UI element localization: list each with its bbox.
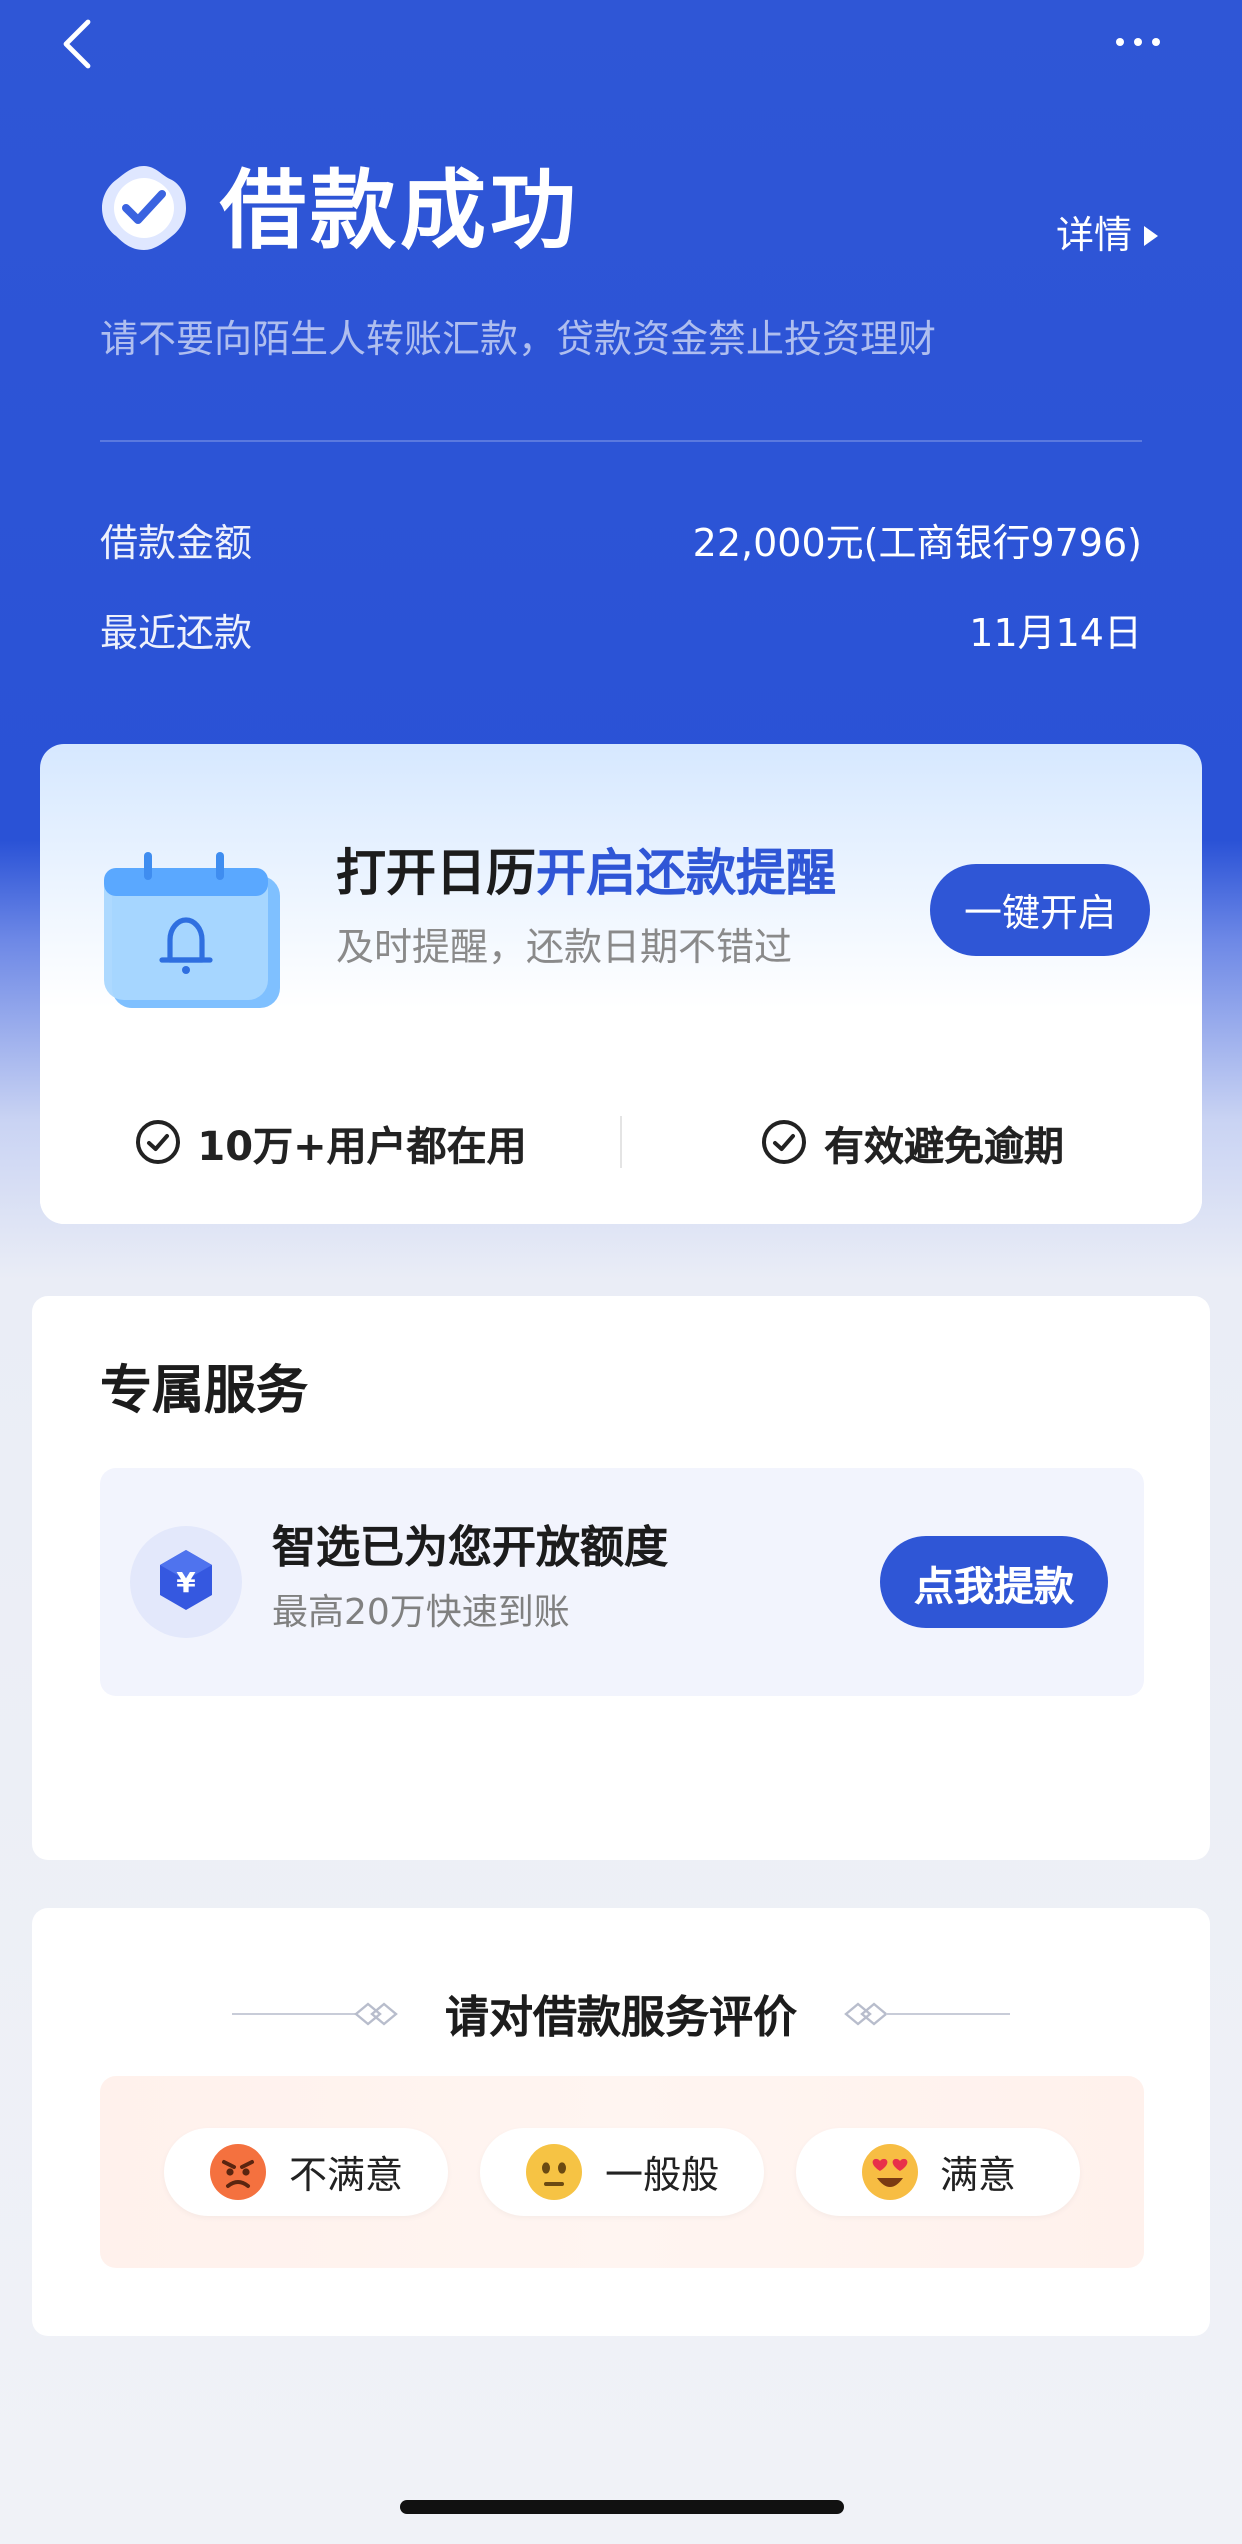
left-ornament-icon (232, 2002, 399, 2026)
withdraw-button[interactable]: 点我提款 (880, 1536, 1108, 1628)
divider (100, 440, 1142, 442)
credit-offer-panel[interactable]: ¥ 智选已为您开放额度 最高20万快速到账 点我提款 (100, 1468, 1144, 1696)
rating-option-unsatisfied[interactable]: 不满意 (164, 2128, 448, 2216)
feature-label: 10万+用户都在用 (197, 1121, 527, 1169)
detail-link[interactable]: 详情 (1056, 208, 1158, 264)
more-icon-dot (1116, 38, 1124, 46)
page-title: 借款成功 (220, 162, 580, 262)
repayment-label: 最近还款 (100, 611, 253, 655)
screen: 借款成功 详情 请不要向陌生人转账汇款，贷款资金禁止投资理财 借款金额 22,0… (0, 0, 1242, 2544)
rating-label: 满意 (939, 2153, 1016, 2197)
calendar-bell-icon (104, 852, 280, 1008)
more-icon-dot (1152, 38, 1160, 46)
calendar-card-title: 打开日历开启还款提醒 (336, 840, 836, 908)
rating-title: 请对借款服务评价 (444, 1994, 797, 2044)
right-ornament-icon (843, 2002, 1009, 2026)
detail-link-label: 详情 (1055, 214, 1132, 258)
back-button[interactable] (56, 16, 104, 72)
rating-label: 不满意 (288, 2153, 403, 2197)
home-indicator[interactable] (400, 2500, 844, 2514)
nav-bar (0, 0, 1242, 88)
heart-eyes-face-icon (861, 2144, 918, 2200)
rating-title-row: 请对借款服务评价 (32, 1980, 1210, 2048)
success-check-icon (102, 166, 186, 250)
calendar-feature-bar: 10万+用户都在用 有效避免逾期 (40, 1020, 1202, 1224)
calendar-title-prefix: 打开日历 (336, 844, 537, 902)
offer-subline: 最高20万快速到账 (272, 1592, 570, 1634)
warning-text: 请不要向陌生人转账汇款，贷款资金禁止投资理财 (100, 318, 937, 362)
check-circle-icon (762, 1120, 806, 1164)
yuan-shield-icon: ¥ (130, 1526, 242, 1638)
exclusive-service-card: 专属服务 ¥ 智选已为您开放额度 最高20万快速到账 点我提款 (32, 1296, 1210, 1860)
rating-options: 不满意 一般般 满意 (100, 2076, 1144, 2268)
offer-headline: 智选已为您开放额度 (272, 1524, 669, 1574)
section-title: 专属服务 (100, 1362, 309, 1422)
calendar-title-highlight: 开启还款提醒 (536, 844, 837, 902)
feature-item: 有效避免逾期 (622, 1113, 1202, 1171)
loan-amount-row: 借款金额 22,000元(工商银行9796) (100, 510, 1142, 570)
service-rating-card: 请对借款服务评价 不满意 一般般 满意 (32, 1908, 1210, 2336)
triangle-right-icon (1144, 226, 1158, 246)
chevron-left-icon (63, 19, 91, 69)
repayment-row: 最近还款 11月14日 (100, 600, 1142, 660)
more-options-button[interactable] (1110, 24, 1166, 60)
rating-option-satisfied[interactable]: 满意 (796, 2128, 1080, 2216)
loan-amount-value: 22,000元(工商银行9796) (692, 521, 1142, 565)
enable-reminder-button[interactable]: 一键开启 (930, 864, 1150, 956)
more-icon-dot (1134, 38, 1142, 46)
yuan-glyph: ¥ (176, 1566, 196, 1599)
calendar-reminder-card: 打开日历开启还款提醒 及时提醒，还款日期不错过 一键开启 10万+用户都在用 有… (40, 744, 1202, 1224)
repayment-date: 11月14日 (969, 611, 1142, 655)
neutral-face-icon (526, 2144, 583, 2200)
angry-face-icon (210, 2144, 267, 2200)
feature-label: 有效避免逾期 (824, 1121, 1064, 1169)
check-circle-icon (135, 1120, 180, 1164)
feature-item: 10万+用户都在用 (40, 1113, 620, 1171)
calendar-card-subtitle: 及时提醒，还款日期不错过 (336, 926, 793, 970)
rating-option-neutral[interactable]: 一般般 (480, 2128, 764, 2216)
loan-amount-label: 借款金额 (100, 521, 253, 565)
rating-label: 一般般 (604, 2153, 719, 2197)
